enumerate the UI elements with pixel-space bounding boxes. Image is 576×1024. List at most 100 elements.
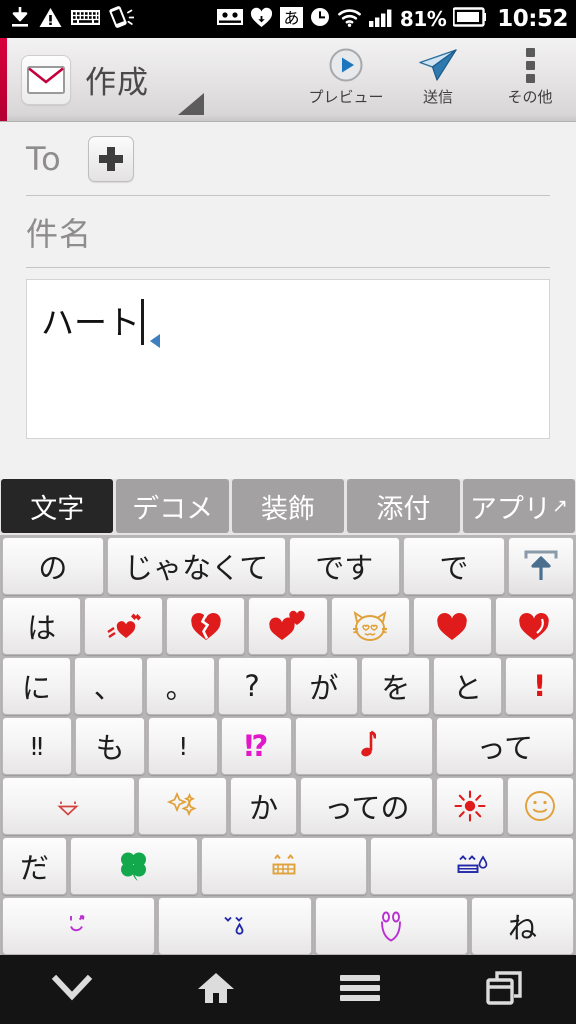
key-label: 、 (93, 671, 123, 705)
key-blue-sweat-face[interactable] (370, 837, 574, 895)
key-kuten[interactable]: 。 (145, 657, 215, 715)
send-button[interactable]: 送信 (392, 47, 484, 107)
ime-tab-soushoku[interactable]: 装飾 (231, 479, 345, 533)
key-da[interactable]: だ (2, 837, 68, 895)
key-ha[interactable]: は (2, 597, 82, 655)
expand-candidates-button[interactable] (507, 537, 574, 595)
key-music-note[interactable] (294, 717, 433, 775)
key-red-sun-burst[interactable] (436, 777, 504, 835)
key-sparkles[interactable] (137, 777, 227, 835)
key-label: と (453, 671, 483, 705)
recent-apps-icon (485, 970, 523, 1010)
key-red-tongue-face[interactable] (2, 777, 135, 835)
key-tte[interactable]: って (435, 717, 574, 775)
ime-tab-apuri[interactable]: アプリ ↗ (462, 479, 576, 533)
key-wo[interactable]: を (361, 657, 431, 715)
heart-icon (250, 7, 273, 32)
key-label: か (249, 791, 279, 825)
mail-app-icon (21, 54, 71, 105)
warning-icon (39, 7, 62, 32)
sparkles-icon (166, 791, 198, 821)
suggestion-label: の (38, 551, 68, 585)
broken-heart-icon (189, 610, 223, 642)
suggestion-label: です (315, 551, 374, 585)
key-question[interactable]: ? (217, 657, 287, 715)
purple-tulip-icon (377, 910, 405, 942)
status-bar: あ 81% 10:52 (0, 0, 576, 38)
ime-tab-moji[interactable]: 文字 (1, 479, 114, 533)
suggestion-key[interactable]: じゃなくて (106, 537, 286, 595)
text-selection-handle[interactable] (150, 334, 160, 348)
phone-screen: あ 81% 10:52 作成 プレビュー 送信 その他 To 件名 ハート 文字… (0, 0, 576, 1024)
blue-sweat-face-icon (455, 853, 489, 879)
suggestion-key[interactable]: で (402, 537, 505, 595)
key-to[interactable]: と (433, 657, 503, 715)
subject-field-row[interactable]: 件名 (26, 196, 550, 268)
key-heart-motion[interactable] (84, 597, 164, 655)
orange-smiley-icon (524, 790, 556, 822)
wifi-icon (337, 8, 362, 31)
more-label: その他 (507, 88, 553, 106)
add-recipient-button[interactable] (87, 135, 134, 182)
key-label: だ (20, 851, 50, 885)
key-label: っての (323, 791, 410, 825)
key-double-exclamation[interactable]: ‼ (2, 717, 73, 775)
key-purple-tulip[interactable] (314, 897, 469, 955)
key-label: に (21, 671, 51, 705)
suggestion-label: で (439, 551, 469, 585)
suggestion-key[interactable]: の (2, 537, 104, 595)
key-blue-tear-face[interactable] (158, 897, 312, 955)
hide-keyboard-button[interactable] (0, 973, 144, 1007)
body-text-area[interactable]: ハート (26, 279, 550, 439)
key-heart-swirl[interactable] (494, 597, 574, 655)
ime-tab-tenpu[interactable]: 添付 (347, 479, 460, 533)
menu-button[interactable] (288, 973, 432, 1007)
key-interrobang[interactable]: ⁉ (221, 717, 292, 775)
preview-button[interactable]: プレビュー (300, 47, 392, 107)
ime-tab-decome[interactable]: デコメ (116, 479, 229, 533)
key-label: が (309, 671, 339, 705)
home-button[interactable] (144, 971, 288, 1009)
key-purple-wink-face[interactable] (2, 897, 156, 955)
key-gold-grin-face[interactable] (201, 837, 368, 895)
key-ka[interactable]: か (229, 777, 298, 835)
to-field-row[interactable]: To (26, 122, 550, 196)
keyboard-row: ‼ も ! ⁉ って (2, 717, 574, 775)
compose-form: To 件名 ハート (0, 122, 576, 479)
key-orange-smiley[interactable] (506, 777, 574, 835)
four-leaf-clover-icon (117, 849, 151, 883)
recent-apps-button[interactable] (432, 970, 576, 1010)
key-ne[interactable]: ね (471, 897, 574, 955)
suggestion-label: じゃなくて (124, 551, 269, 585)
more-button[interactable]: その他 (484, 47, 576, 107)
alarm-clock-icon (310, 7, 330, 31)
key-mo[interactable]: も (75, 717, 146, 775)
purple-wink-face-icon (64, 912, 94, 940)
ime-tab-label: デコメ (132, 493, 214, 525)
status-bar-right-icons: あ 81% 10:52 (216, 6, 568, 32)
ime-tab-label: 装飾 (261, 493, 316, 525)
keyboard-row: か っての (2, 777, 574, 835)
key-two-hearts[interactable] (248, 597, 328, 655)
battery-percent-label: 81% (399, 7, 447, 31)
status-bar-left-icons (10, 5, 135, 33)
key-ni[interactable]: に (2, 657, 71, 715)
key-label: ! (532, 669, 547, 703)
hide-keyboard-icon (50, 973, 94, 1007)
key-four-leaf-clover[interactable] (70, 837, 199, 895)
ime-tab-label: 文字 (30, 493, 85, 525)
key-ga[interactable]: が (289, 657, 359, 715)
key-touten[interactable]: 、 (73, 657, 143, 715)
key-tteno[interactable]: っての (300, 777, 434, 835)
suggestion-key[interactable]: です (288, 537, 400, 595)
key-cat-heart-eyes[interactable] (330, 597, 410, 655)
key-broken-heart[interactable] (166, 597, 246, 655)
key-label: ‼ (30, 731, 44, 761)
blue-tear-face-icon (220, 912, 250, 940)
ime-tab-bar: 文字 デコメ 装飾 添付 アプリ ↗ (0, 479, 576, 535)
key-label: ね (508, 911, 538, 945)
key-red-heart[interactable] (412, 597, 492, 655)
key-exclamation-red[interactable]: ! (505, 657, 574, 715)
download-icon (10, 6, 30, 32)
key-exclamation[interactable]: ! (148, 717, 219, 775)
